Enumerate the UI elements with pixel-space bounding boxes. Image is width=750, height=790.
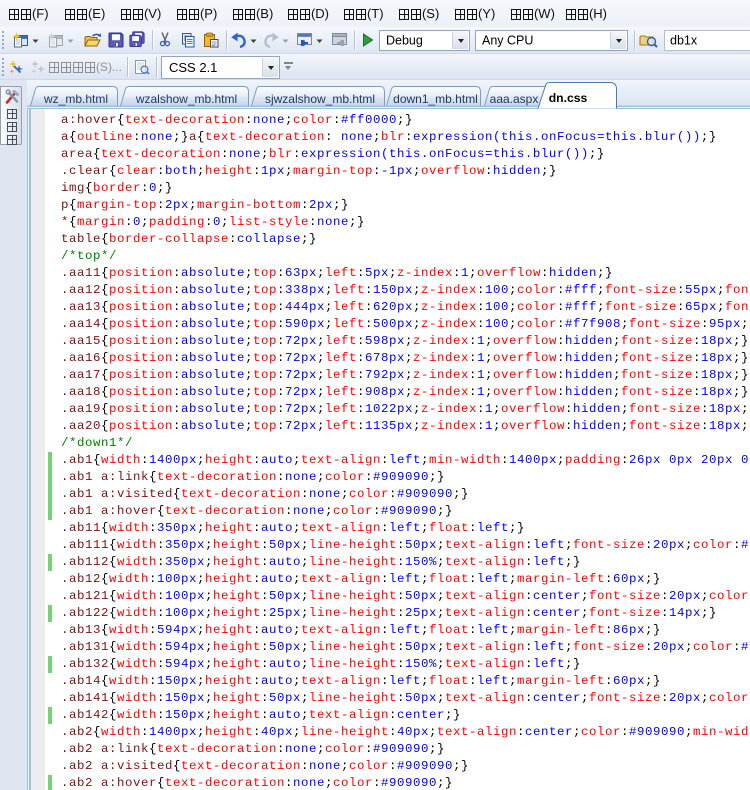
svg-text:wz_mb.html: wz_mb.html xyxy=(43,92,108,106)
svg-text:sjwzalshow_mb.html: sjwzalshow_mb.html xyxy=(265,92,375,106)
svg-text:aaa.aspx: aaa.aspx xyxy=(490,92,539,106)
svg-text:wzalshow_mb.html: wzalshow_mb.html xyxy=(135,92,237,106)
svg-text:dn.css: dn.css xyxy=(549,91,588,105)
svg-text:down1_mb.html: down1_mb.html xyxy=(393,92,478,106)
